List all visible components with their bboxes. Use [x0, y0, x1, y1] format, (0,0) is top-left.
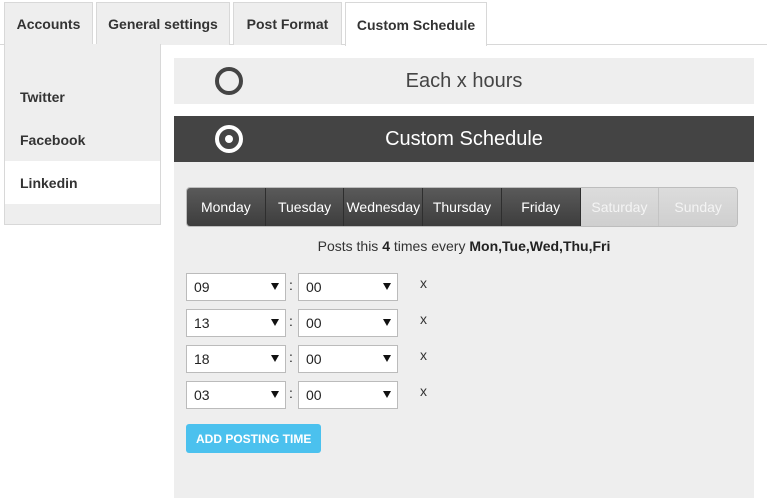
tab-accounts[interactable]: Accounts — [4, 2, 93, 45]
day-thursday[interactable]: Thursday — [423, 188, 502, 226]
time-separator: : — [289, 277, 293, 293]
hour-value: 09 — [194, 279, 210, 295]
add-posting-time-button[interactable]: ADD POSTING TIME — [186, 424, 322, 453]
posting-time-row: 13 : 00 x — [186, 309, 486, 337]
schedule-summary: Posts this 4 times every Mon,Tue,Wed,Thu… — [174, 238, 754, 254]
sidebar-item-facebook[interactable]: Facebook — [5, 118, 160, 161]
summary-middle: times every — [390, 238, 470, 254]
posting-time-row: 09 : 00 x — [186, 273, 486, 301]
hour-select[interactable]: 03 — [186, 381, 286, 409]
minute-select[interactable]: 00 — [298, 345, 398, 373]
day-monday[interactable]: Monday — [187, 188, 266, 226]
minute-value: 00 — [306, 387, 322, 403]
tab-general-settings[interactable]: General settings — [96, 2, 230, 45]
option-each-x-hours-label: Each x hours — [405, 69, 523, 92]
day-selector: Monday Tuesday Wednesday Thursday Friday… — [186, 187, 738, 227]
dropdown-arrow-icon — [383, 283, 391, 290]
minute-select[interactable]: 00 — [298, 273, 398, 301]
day-saturday[interactable]: Saturday — [580, 188, 660, 226]
posting-time-row: 03 : 00 x — [186, 381, 486, 409]
sidebar-item-twitter[interactable]: Twitter — [5, 75, 160, 118]
time-separator: : — [289, 349, 293, 365]
option-each-x-hours[interactable]: Each x hours — [174, 58, 754, 104]
posting-time-row: 18 : 00 x — [186, 345, 486, 373]
dropdown-arrow-icon — [271, 355, 279, 362]
tab-bar: Accounts General settings Post Format Cu… — [0, 0, 767, 46]
hour-value: 18 — [194, 351, 210, 367]
dropdown-arrow-icon — [271, 319, 279, 326]
day-wednesday[interactable]: Wednesday — [344, 188, 424, 226]
time-separator: : — [289, 385, 293, 401]
minute-value: 00 — [306, 279, 322, 295]
minute-select[interactable]: 00 — [298, 309, 398, 337]
tab-post-format[interactable]: Post Format — [233, 2, 342, 45]
hour-select[interactable]: 09 — [186, 273, 286, 301]
minute-value: 00 — [306, 351, 322, 367]
hour-select[interactable]: 13 — [186, 309, 286, 337]
option-custom-schedule-label: Custom Schedule — [385, 127, 543, 150]
hour-select[interactable]: 18 — [186, 345, 286, 373]
hour-value: 13 — [194, 315, 210, 331]
minute-value: 00 — [306, 315, 322, 331]
dropdown-arrow-icon — [383, 355, 391, 362]
summary-count: 4 — [382, 238, 390, 254]
remove-time-button[interactable]: x — [420, 383, 427, 399]
dropdown-arrow-icon — [383, 391, 391, 398]
network-sidebar: Twitter Facebook Linkedin — [4, 44, 161, 225]
dropdown-arrow-icon — [271, 283, 279, 290]
dropdown-arrow-icon — [383, 319, 391, 326]
sidebar-item-linkedin[interactable]: Linkedin — [5, 161, 160, 204]
day-sunday[interactable]: Sunday — [659, 188, 737, 226]
remove-time-button[interactable]: x — [420, 275, 427, 291]
dropdown-arrow-icon — [271, 391, 279, 398]
remove-time-button[interactable]: x — [420, 311, 427, 327]
day-friday[interactable]: Friday — [501, 188, 581, 226]
minute-select[interactable]: 00 — [298, 381, 398, 409]
remove-time-button[interactable]: x — [420, 347, 427, 363]
time-separator: : — [289, 313, 293, 329]
hour-value: 03 — [194, 387, 210, 403]
tab-custom-schedule[interactable]: Custom Schedule — [345, 2, 487, 46]
option-custom-schedule[interactable]: Custom Schedule — [174, 116, 754, 162]
summary-days: Mon,Tue,Wed,Thu,Fri — [469, 238, 611, 254]
day-tuesday[interactable]: Tuesday — [265, 188, 345, 226]
custom-schedule-panel: Monday Tuesday Wednesday Thursday Friday… — [174, 162, 754, 498]
summary-prefix: Posts this — [317, 238, 383, 254]
